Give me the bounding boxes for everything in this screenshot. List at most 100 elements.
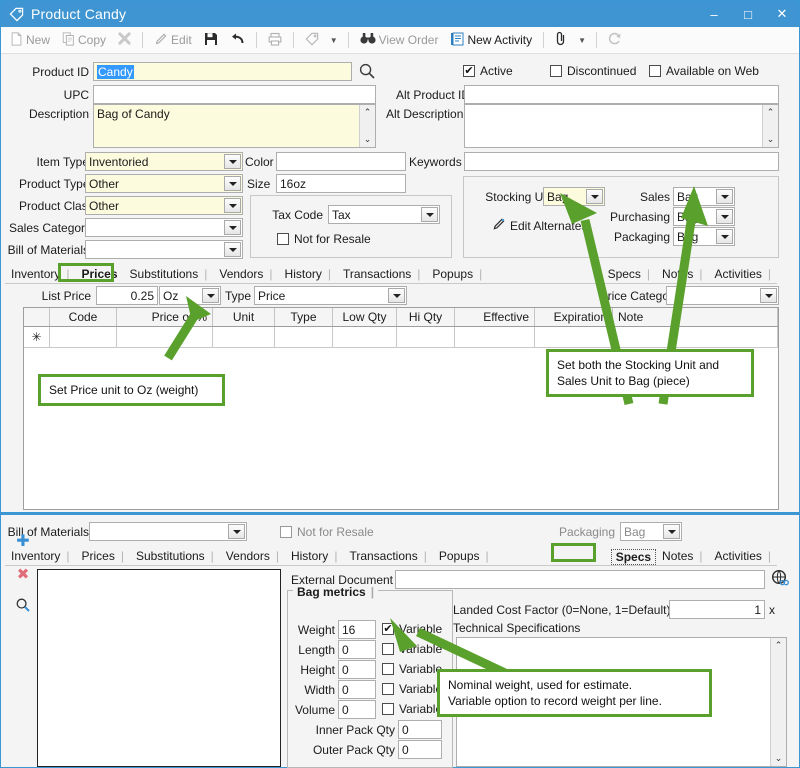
discontinued-checkbox[interactable]: Discontinued — [550, 64, 636, 78]
add-plus-icon[interactable]: ✚ — [16, 531, 29, 551]
weight-input[interactable]: 16 — [338, 620, 376, 639]
tab-popups[interactable]: Popups | — [426, 266, 488, 283]
undo-button[interactable] — [225, 30, 250, 51]
cell-hi-qty[interactable] — [397, 327, 455, 347]
chevron-down-icon[interactable] — [224, 220, 241, 235]
lower-tab-substitutions[interactable]: Substitutions | — [130, 548, 220, 565]
tag-button[interactable] — [300, 30, 324, 51]
not-for-resale-checkbox[interactable]: Not for Resale — [277, 232, 371, 246]
new-activity-button[interactable]: New Activity — [445, 30, 537, 51]
minimize-button[interactable]: – — [697, 1, 731, 27]
height-variable-checkbox[interactable]: Variable — [382, 662, 442, 676]
chevron-down-icon[interactable] — [224, 176, 241, 191]
lower-bom-select[interactable] — [89, 522, 247, 541]
lower-tab-activities[interactable]: Activities | — [709, 548, 777, 565]
copy-button[interactable]: Copy — [57, 30, 111, 51]
length-input[interactable]: 0 — [338, 640, 376, 659]
grid-col-hi-qty[interactable]: Hi Qty — [397, 308, 455, 326]
cell-type[interactable] — [275, 327, 333, 347]
search-magnifier-icon[interactable] — [15, 597, 31, 616]
grid-col-code[interactable]: Code — [50, 308, 117, 326]
volume-input[interactable]: 0 — [338, 700, 376, 719]
lower-tab-prices[interactable]: Prices | — [75, 548, 129, 565]
description-scrollbar[interactable]: ⌃ ⌄ — [359, 105, 375, 147]
chevron-down-icon[interactable] — [224, 242, 241, 257]
grid-col-low-qty[interactable]: Low Qty — [333, 308, 397, 326]
outer-pack-input[interactable]: 0 — [398, 740, 442, 759]
grid-col-price[interactable]: Price or % — [117, 308, 213, 326]
keywords-input[interactable] — [464, 152, 779, 171]
grid-col-effective[interactable]: Effective — [455, 308, 535, 326]
grid-col-type[interactable]: Type — [275, 308, 333, 326]
edit-alternates-button[interactable]: Edit Alternates — [492, 217, 587, 234]
description-input[interactable]: Bag of Candy ⌃ ⌄ — [93, 104, 376, 148]
scroll-up-icon[interactable]: ⌃ — [775, 640, 783, 651]
width-input[interactable]: 0 — [338, 680, 376, 699]
globe-web-icon[interactable] — [770, 569, 790, 592]
chevron-down-icon[interactable] — [586, 189, 603, 204]
table-row[interactable]: ✳ — [24, 327, 778, 348]
tab-specs[interactable]: Specs | — [602, 266, 656, 283]
refresh-button[interactable] — [603, 30, 627, 51]
cell-low-qty[interactable] — [333, 327, 397, 347]
product-image-box[interactable] — [37, 569, 281, 767]
save-button[interactable] — [199, 30, 223, 51]
bag-metrics-tab[interactable]: Bag metrics | — [293, 585, 379, 599]
color-input[interactable] — [276, 152, 406, 171]
lower-tab-history[interactable]: History | — [285, 548, 343, 565]
scroll-down-icon[interactable]: ⌄ — [767, 134, 775, 145]
tab-substitutions[interactable]: Substitutions | — [124, 266, 214, 283]
chevron-down-icon[interactable] — [663, 524, 680, 539]
tech-spec-scrollbar[interactable]: ⌃ ⌄ — [770, 638, 786, 766]
chevron-down-icon[interactable] — [716, 229, 733, 244]
inner-pack-input[interactable]: 0 — [398, 720, 442, 739]
landed-cost-input[interactable]: 1 — [669, 600, 765, 619]
cell-note[interactable] — [613, 327, 778, 347]
scroll-down-icon[interactable]: ⌄ — [364, 134, 372, 145]
chevron-down-icon[interactable] — [421, 207, 438, 222]
lower-tab-notes[interactable]: Notes | — [656, 548, 708, 565]
sales-unit-select[interactable]: Bag — [673, 187, 735, 206]
tab-notes[interactable]: Notes | — [656, 266, 708, 283]
active-checkbox[interactable]: ✔ Active — [463, 64, 513, 78]
stocking-unit-select[interactable]: Bag — [543, 187, 605, 206]
scroll-up-icon[interactable]: ⌃ — [364, 107, 372, 118]
tab-history[interactable]: History | — [279, 266, 337, 283]
product-id-search-icon[interactable] — [358, 62, 376, 83]
chevron-down-icon[interactable] — [202, 288, 219, 303]
purchasing-unit-select[interactable]: Bag — [673, 207, 735, 226]
grid-col-expiration[interactable]: Expiration — [535, 308, 613, 326]
weight-variable-checkbox[interactable]: ✔ Variable — [382, 622, 442, 636]
tax-code-select[interactable]: Tax — [328, 205, 440, 224]
lower-tab-transactions[interactable]: Transactions | — [343, 548, 432, 565]
tab-prices[interactable]: Prices — [75, 266, 123, 283]
alt-description-input[interactable]: ⌃ ⌄ — [464, 104, 779, 148]
chevron-down-icon[interactable] — [760, 288, 777, 303]
external-document-input[interactable] — [395, 570, 765, 589]
alt-product-id-input[interactable] — [464, 85, 779, 104]
print-button[interactable] — [263, 30, 287, 51]
chevron-down-icon[interactable] — [228, 524, 245, 539]
chevron-down-icon[interactable] — [224, 154, 241, 169]
delete-x-icon[interactable]: ✖ — [17, 565, 30, 583]
price-category-select[interactable] — [666, 286, 779, 305]
lower-tab-popups[interactable]: Popups | — [433, 548, 495, 565]
cell-code[interactable] — [50, 327, 117, 347]
chevron-down-icon[interactable] — [224, 198, 241, 213]
attachment-button[interactable] — [550, 29, 572, 51]
cell-effective[interactable] — [455, 327, 535, 347]
available-on-web-checkbox[interactable]: Available on Web — [649, 64, 759, 78]
chevron-down-icon[interactable] — [716, 209, 733, 224]
delete-button[interactable] — [113, 30, 136, 50]
cell-price[interactable] — [117, 327, 213, 347]
prices-grid[interactable]: Code Price or % Unit Type Low Qty Hi Qty… — [23, 307, 779, 510]
list-price-input[interactable]: 0.25 — [96, 286, 158, 305]
width-variable-checkbox[interactable]: Variable — [382, 682, 442, 696]
volume-variable-checkbox[interactable]: Variable — [382, 702, 442, 716]
lower-packaging-select[interactable]: Bag — [620, 522, 682, 541]
upc-input[interactable] — [93, 85, 376, 104]
grid-col-unit[interactable]: Unit — [213, 308, 275, 326]
chevron-down-icon[interactable]: ▼ — [326, 36, 342, 45]
chevron-down-icon[interactable] — [716, 189, 733, 204]
lower-tab-specs[interactable]: Specs — [610, 549, 657, 565]
